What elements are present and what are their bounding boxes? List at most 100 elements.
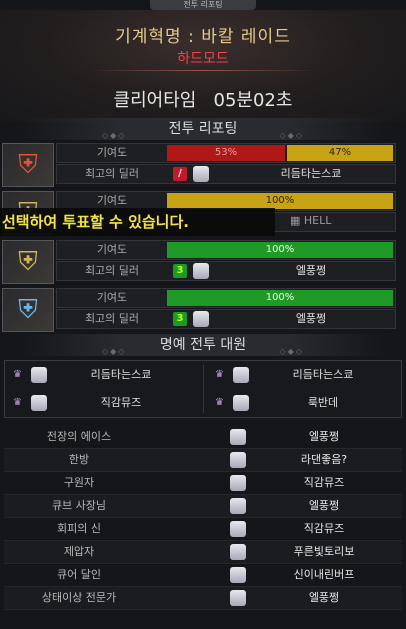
award-title: 회피의 신 [57,522,101,535]
top-dealer-row: 최고의 딜러 3 엘풍쩡 [56,309,396,329]
crown-icon: ♛ [215,397,224,408]
contribution-bar-segment: 100% [167,290,393,306]
contribution-label: 기여도 [96,146,128,159]
hell-text: HELL [303,214,332,227]
vote-banner: 선택하여 투표할 수 있습니다. [0,208,275,236]
avatar [230,521,246,537]
honor-member-name: 룩반데 [307,396,339,409]
raid-title: 기계혁명 : 바칼 레이드 [115,27,291,47]
top-dealer-row: 최고의 딜러 / 리듬타는스쿄 [56,164,396,184]
contribution-bar-segment: 100% [167,242,393,258]
red-armor-icon: ⛨ [2,143,54,187]
gold-armor-icon: ⛨ [2,240,54,284]
hell-icon: ▦ [290,214,301,227]
dealer-name: 엘풍쩡 [295,312,327,325]
contribution-bar: 53% 47% [167,145,395,161]
battle-report-window: 전투 리포팅 기계혁명 : 바칼 레이드 하드모드 클리어타임 05분02초 ◇… [0,0,406,629]
dealer-name: 리듬타는스쿄 [280,167,342,180]
party-member-row[interactable]: ⛨ 기여도 100% 최고의 딜러 3 엘풍쩡 [0,240,406,284]
contribution-bar-segment: 53% [167,145,285,161]
award-winner: 푸른빛토리보 [293,545,355,558]
avatar [31,395,47,411]
honor-member[interactable]: ♛ 직감뮤즈 [7,391,197,415]
contribution-row: 기여도 100% [56,240,396,260]
award-title: 구원자 [63,476,95,489]
award-title: 상태이상 전문가 [41,591,117,604]
clear-time: 클리어타임 05분02초 [0,86,406,112]
dealer-badge-icon: 3 [173,312,187,326]
difficulty-mode: 하드모드 [177,51,229,67]
award-winner: 신이내린버프 [293,568,355,581]
top-dealer-label: 최고의 딜러 [84,167,140,180]
crown-icon: ♛ [215,369,224,380]
dealer-name: 엘풍쩡 [295,264,327,277]
honor-member[interactable]: ♛ 리듬타는스쿄 [7,363,197,387]
award-row: 회피의 신 직감뮤즈 [4,518,402,541]
award-row: 상태이상 전문가 엘풍쩡 [4,587,402,610]
avatar [193,263,209,279]
party-member-row[interactable]: ⛨ 기여도 53% 47% 최고의 딜러 / 리듬타는스쿄 [0,143,406,187]
clear-time-label: 클리어타임 [113,90,197,111]
avatar [230,452,246,468]
top-dealer-row: 최고의 딜러 3 엘풍쩡 [56,261,396,281]
window-title: 전투 리포팅 [150,0,256,10]
award-row: 전장의 에이스 엘풍쩡 [4,426,402,449]
award-winner: 직감뮤즈 [303,522,345,535]
party-member-row[interactable]: ⛨ 기여도 100% 최고의 딜러 3 엘풍쩡 [0,288,406,332]
avatar [230,567,246,583]
crown-icon: ♛ [13,369,22,380]
dealer-badge-icon: 3 [173,264,187,278]
award-winner: 엘풍쩡 [308,591,340,604]
award-title: 한방 [68,453,90,466]
honor-members: ♛ 리듬타는스쿄 ♛ 리듬타는스쿄 ♛ 직감뮤즈 ♛ 룩반데 [4,360,402,418]
avatar [230,544,246,560]
honor-member-name: 리듬타는스쿄 [90,368,152,381]
contribution-label: 기여도 [96,291,128,304]
honor-section-header: ◇◆◇ 명예 전투 대원 ◇◆◇ [0,334,406,356]
avatar [31,367,47,383]
mode-divider [90,70,316,71]
avatar [193,311,209,327]
divider [203,365,204,413]
avatar [193,166,209,182]
contribution-bar: 100% [167,193,395,209]
contribution-bar-segment: 100% [167,193,393,209]
award-row: 제압자 푸른빛토리보 [4,541,402,564]
dealer-badge-icon: / [173,167,187,181]
avatar [230,429,246,445]
honor-member[interactable]: ♛ 리듬타는스쿄 [209,363,399,387]
blue-armor-icon: ⛨ [2,288,54,332]
raid-header: 기계혁명 : 바칼 레이드 하드모드 클리어타임 05분02초 [0,10,406,122]
award-winner: 엘풍쩡 [308,499,340,512]
crown-icon: ♛ [13,397,22,408]
contribution-row: 기여도 100% [56,288,396,308]
avatar [230,590,246,606]
honor-member-name: 리듬타는스쿄 [292,368,354,381]
report-section-title: 전투 리포팅 [168,121,238,137]
contribution-bar: 100% [167,242,395,258]
award-row: 한방 라댄좋음? [4,449,402,472]
award-row: 큐어 달인 신이내린버프 [4,564,402,587]
top-dealer: / 리듬타는스쿄 [167,165,395,183]
award-title: 전장의 에이스 [46,430,112,443]
avatar [233,395,249,411]
award-winner: 직감뮤즈 [303,476,345,489]
contribution-label: 기여도 [96,243,128,256]
honor-member-name: 직감뮤즈 [100,396,142,409]
honor-section-title: 명예 전투 대원 [159,337,247,353]
clear-time-value: 05분02초 [213,90,293,111]
contribution-bar-segment: 47% [287,145,393,161]
award-title: 큐어 달인 [57,568,101,581]
award-winner: 엘풍쩡 [308,430,340,443]
award-winner: 라댄좋음? [300,453,348,466]
hell-label: ▦ HELL [290,214,331,227]
contribution-bar: 100% [167,290,395,306]
award-row: 구원자 직감뮤즈 [4,472,402,495]
report-section-header: ◇◆◇ 전투 리포팅 ◇◆◇ [0,118,406,140]
award-row: 큐브 사장님 엘풍쩡 [4,495,402,518]
avatar [233,367,249,383]
honor-member[interactable]: ♛ 룩반데 [209,391,399,415]
top-dealer: 3 엘풍쩡 [167,262,395,280]
top-dealer: 3 엘풍쩡 [167,310,395,328]
award-title: 큐브 사장님 [51,499,107,512]
